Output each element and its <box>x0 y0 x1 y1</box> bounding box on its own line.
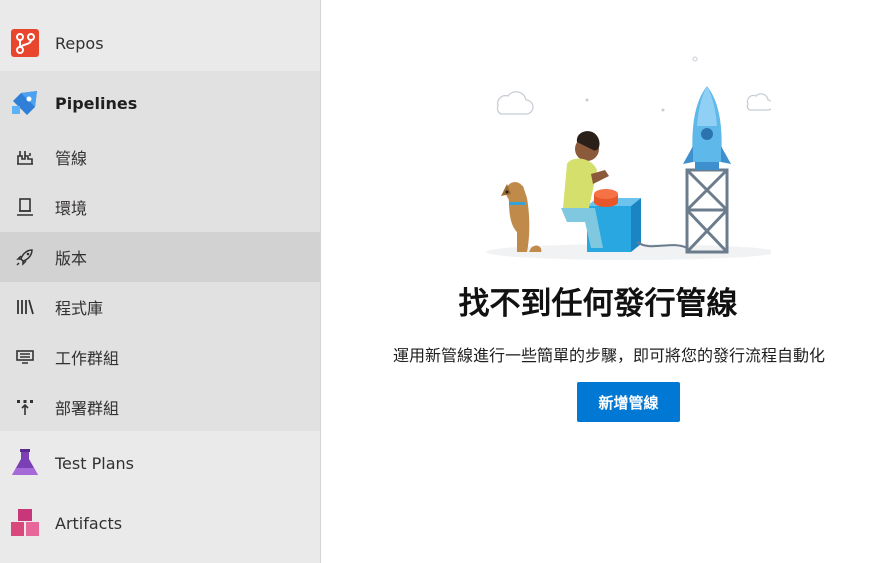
sidebar-item-test-plans[interactable]: Test Plans <box>0 434 320 492</box>
sidebar-item-label: Pipelines <box>55 93 138 113</box>
sidebar-item-label: Repos <box>55 33 104 53</box>
sidebar-item-label: 環境 <box>55 199 88 218</box>
sidebar-item-pipelines[interactable]: Pipelines <box>0 74 320 132</box>
empty-state-title: 找不到任何發行管線 <box>458 286 738 322</box>
pipelines-icon <box>9 88 40 119</box>
empty-state-illustration <box>486 56 771 260</box>
sidebar-item-pipelines-list[interactable]: 管線 <box>0 132 320 182</box>
sidebar-item-label: 版本 <box>55 249 88 268</box>
empty-state-description: 運用新管線進行一些簡單的步驟，即可將您的發行流程自動化 <box>393 346 826 365</box>
sidebar-item-label: 程式庫 <box>55 299 104 318</box>
sidebar-item-artifacts[interactable]: Artifacts <box>0 494 320 552</box>
environment-icon <box>14 196 36 218</box>
repos-icon <box>9 28 40 59</box>
rocket-icon <box>14 246 36 268</box>
artifacts-icon <box>9 508 40 539</box>
sidebar-item-label: Artifacts <box>55 513 123 533</box>
sidebar-item-releases[interactable]: 版本 <box>0 232 320 282</box>
new-pipeline-button[interactable]: 新增管線 <box>577 382 680 422</box>
task-group-icon <box>14 346 36 368</box>
sidebar-item-repos[interactable]: Repos <box>0 14 320 72</box>
pipeline-icon <box>14 146 36 168</box>
sidebar-item-deployment-groups[interactable]: 部署群組 <box>0 382 320 432</box>
sidebar-item-library[interactable]: 程式庫 <box>0 282 320 332</box>
sidebar-item-label: Test Plans <box>55 453 134 473</box>
sidebar-item-label: 管線 <box>55 149 88 168</box>
sidebar: Repos Pipelines 管線 環境 版本 程式庫 工作群組 部署群組 T… <box>0 0 321 563</box>
sidebar-item-task-groups[interactable]: 工作群組 <box>0 332 320 382</box>
library-icon <box>14 296 36 318</box>
test-plans-icon <box>9 448 40 479</box>
deployment-group-icon <box>14 396 36 418</box>
sidebar-item-label: 部署群組 <box>55 399 120 418</box>
sidebar-item-environments[interactable]: 環境 <box>0 182 320 232</box>
main-content: 找不到任何發行管線 運用新管線進行一些簡單的步驟，即可將您的發行流程自動化 新增… <box>321 0 875 563</box>
sidebar-item-label: 工作群組 <box>55 349 120 368</box>
